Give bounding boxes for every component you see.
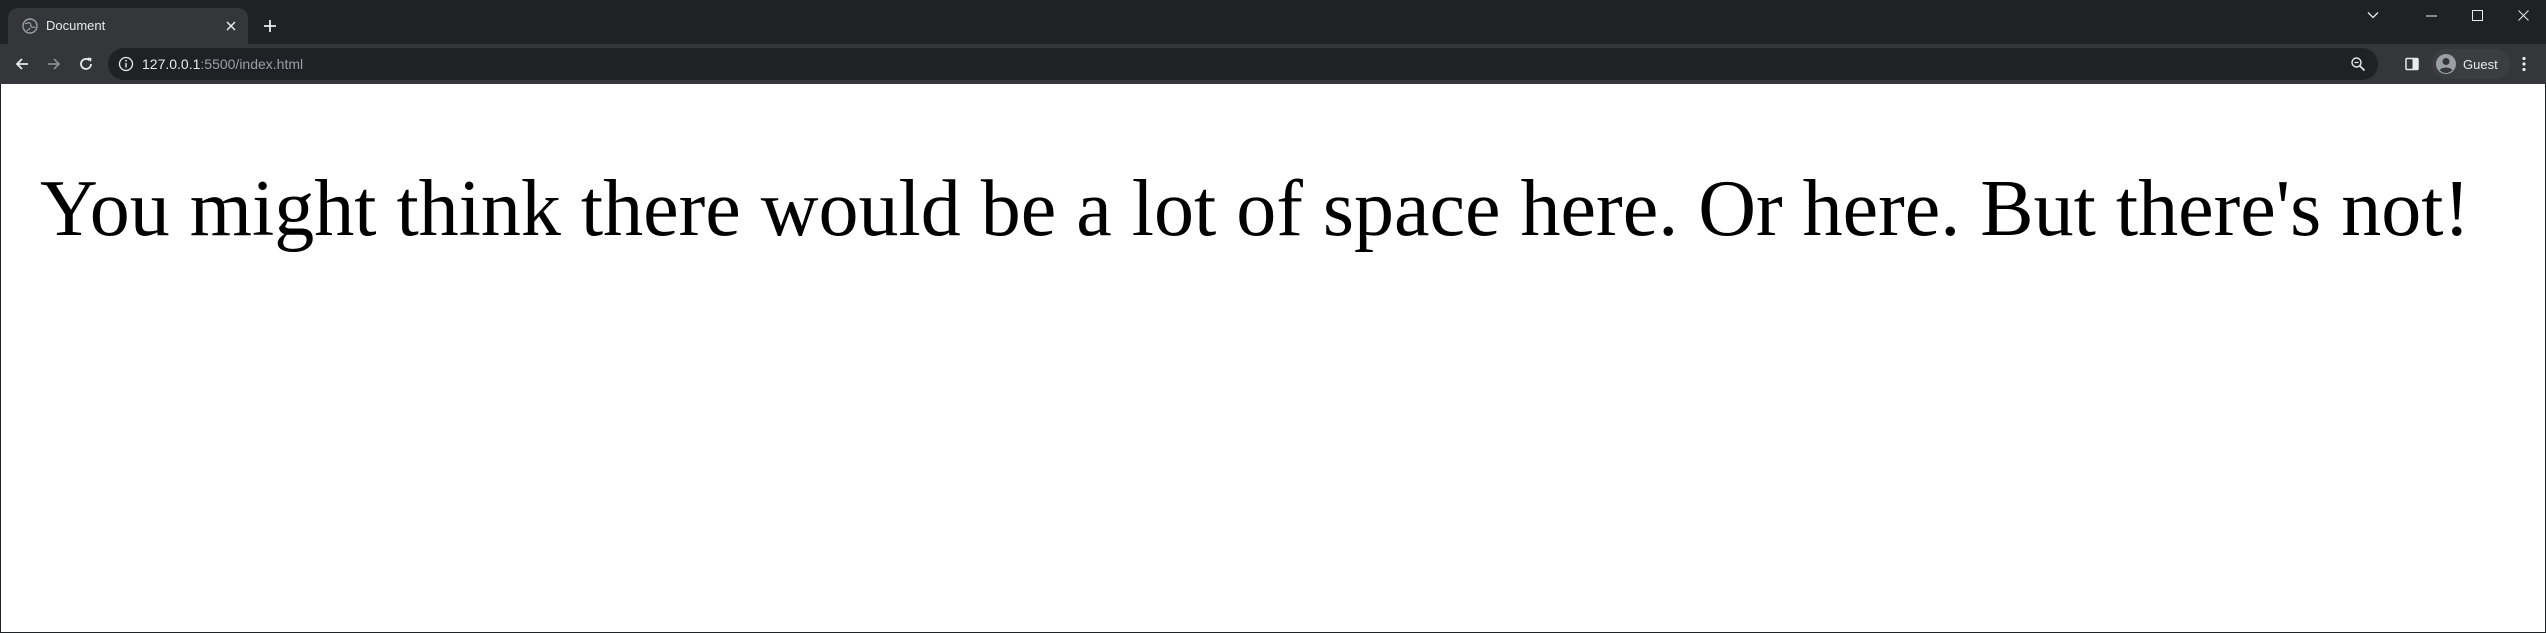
zoom-button[interactable] xyxy=(2348,54,2368,74)
browser-toolbar: 127.0.0.1:5500/index.html Guest xyxy=(0,44,2546,84)
page-heading: You might think there would be a lot of … xyxy=(40,165,2471,253)
reload-icon xyxy=(78,56,94,72)
forward-button[interactable] xyxy=(40,50,68,78)
close-window-button[interactable] xyxy=(2500,0,2546,30)
maximize-icon xyxy=(2471,9,2483,21)
reload-button[interactable] xyxy=(72,50,100,78)
page-viewport: You might think there would be a lot of … xyxy=(1,84,2545,632)
url-text: 127.0.0.1:5500/index.html xyxy=(142,56,303,72)
kebab-menu-icon xyxy=(2522,56,2526,72)
tab-close-icon[interactable] xyxy=(222,17,240,35)
window-controls xyxy=(2408,0,2546,30)
minimize-icon xyxy=(2425,10,2437,21)
profile-label: Guest xyxy=(2463,56,2498,72)
site-info-icon[interactable] xyxy=(118,56,134,72)
tab-search-button[interactable] xyxy=(2350,0,2396,30)
browser-window: Document 127.0.0.1:5500/index.html Guest… xyxy=(0,0,2546,633)
zoom-icon xyxy=(2350,56,2366,72)
back-arrow-icon xyxy=(14,56,30,72)
tab-title: Document xyxy=(46,18,106,33)
side-panel-button[interactable] xyxy=(2400,52,2424,76)
maximize-button[interactable] xyxy=(2454,0,2500,30)
minimize-button[interactable] xyxy=(2408,0,2454,30)
side-panel-icon xyxy=(2404,56,2420,72)
close-icon xyxy=(2517,9,2529,21)
forward-arrow-icon xyxy=(46,56,62,72)
plus-icon xyxy=(263,19,277,33)
url-path: :5500/index.html xyxy=(200,56,304,72)
tab-strip: Document xyxy=(0,0,2546,44)
back-button[interactable] xyxy=(8,50,36,78)
url-host: 127.0.0.1 xyxy=(142,56,201,72)
browser-menu-button[interactable] xyxy=(2510,50,2538,78)
guest-avatar-icon xyxy=(2435,53,2457,75)
new-tab-button[interactable] xyxy=(258,14,282,38)
profile-button[interactable]: Guest xyxy=(2431,49,2510,79)
tab-document[interactable]: Document xyxy=(8,8,248,44)
tab-search-icon xyxy=(2367,11,2379,19)
globe-icon xyxy=(22,18,38,34)
address-bar[interactable]: 127.0.0.1:5500/index.html xyxy=(108,48,2378,80)
